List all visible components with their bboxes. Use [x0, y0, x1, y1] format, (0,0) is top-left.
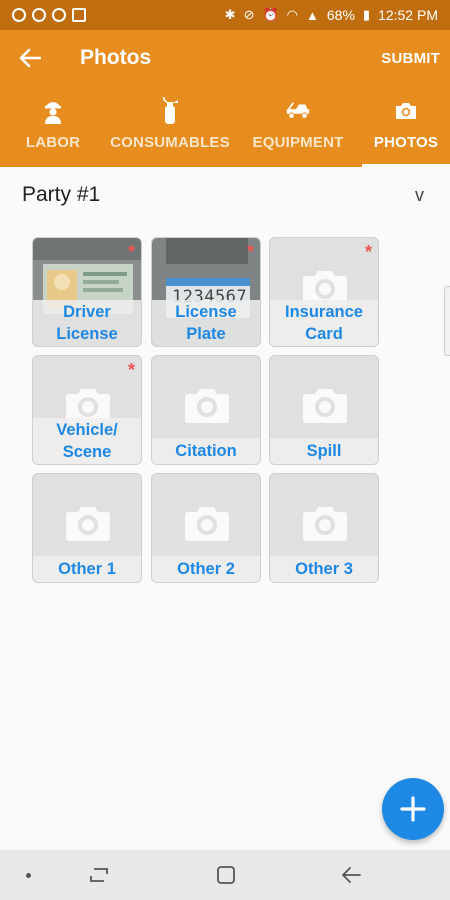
tile-label: Other 3 — [295, 560, 353, 578]
plus-icon — [400, 796, 426, 822]
photo-tile-other-3[interactable]: Other 3 — [269, 473, 379, 583]
tab-equipment[interactable]: EQUIPMENT — [234, 92, 362, 167]
camera-icon — [303, 389, 347, 423]
dot-icon — [24, 871, 32, 879]
worker-icon — [40, 98, 66, 124]
tile-label: License — [56, 325, 118, 343]
camera-icon — [185, 389, 229, 423]
required-indicator: * — [127, 242, 135, 262]
tile-label: License — [175, 303, 237, 321]
tile-label: Spill — [306, 442, 342, 460]
tab-label: PHOTOS — [373, 134, 439, 151]
tile-label: Plate — [186, 325, 226, 343]
tile-label: Card — [305, 325, 343, 343]
photo-tile-other-2[interactable]: Other 2 — [151, 473, 261, 583]
wifi-icon: ◠ — [286, 7, 298, 22]
alarm-icon: ⏰ — [262, 7, 279, 22]
image-notification-icon — [72, 8, 86, 22]
arrow-left-icon — [19, 48, 41, 68]
tile-label-area: Driver License — [33, 300, 141, 346]
tab-label: LABOR — [25, 134, 81, 151]
notification-icon — [12, 8, 26, 22]
photo-tile-vehicle-scene[interactable]: * Vehicle/ Scene — [32, 355, 142, 465]
tile-label-area: Other 2 — [152, 556, 260, 582]
recent-apps-icon — [90, 868, 108, 882]
party-title: Party #1 — [22, 183, 101, 206]
home-button[interactable] — [213, 863, 239, 887]
page-title: Photos — [80, 46, 152, 69]
back-button[interactable] — [0, 30, 60, 86]
tow-truck-icon — [285, 98, 311, 124]
chevron-down-icon[interactable]: v — [415, 185, 424, 206]
back-arrow-icon — [342, 867, 361, 883]
battery-level: 68% — [326, 7, 355, 23]
system-navigation-bar — [0, 850, 450, 900]
tile-label: Citation — [175, 442, 237, 460]
tile-label: Vehicle/ — [56, 421, 118, 439]
notification-icon — [52, 8, 66, 22]
camera-icon — [66, 507, 110, 541]
tab-label: CONSUMABLES — [110, 134, 230, 151]
photo-tile-citation[interactable]: Citation — [151, 355, 261, 465]
recent-apps-button[interactable] — [86, 863, 112, 887]
toolbar: Photos SUBMIT — [0, 30, 450, 86]
home-icon — [217, 866, 235, 884]
add-button[interactable] — [382, 778, 444, 840]
photo-tile-driver-license[interactable]: * Driver License — [32, 237, 142, 347]
tab-bar: LABOR CONSUMABLES EQUIPMENT PHOTOS — [0, 92, 450, 167]
submit-button[interactable]: SUBMIT — [381, 50, 440, 67]
required-indicator: * — [127, 360, 135, 380]
tile-label-area: Spill — [270, 438, 378, 464]
tab-consumables[interactable]: CONSUMABLES — [106, 92, 234, 167]
required-indicator: * — [246, 242, 254, 262]
photo-tile-spill[interactable]: Spill — [269, 355, 379, 465]
photo-tile-insurance-card[interactable]: * Insurance Card — [269, 237, 379, 347]
photo-tile-other-1[interactable]: Other 1 — [32, 473, 142, 583]
tile-label: Other 1 — [58, 560, 116, 578]
tile-label-area: Insurance Card — [270, 300, 378, 346]
tile-label: Scene — [62, 443, 112, 461]
notification-icon — [32, 8, 46, 22]
camera-icon — [185, 507, 229, 541]
tab-label: EQUIPMENT — [252, 134, 344, 151]
tab-labor[interactable]: LABOR — [0, 92, 106, 167]
mute-icon: ⊘ — [243, 7, 255, 22]
extinguisher-icon — [157, 97, 183, 124]
camera-icon — [393, 98, 419, 124]
app-bar: Photos SUBMIT LABOR CONSUMABLES EQUIPMEN… — [0, 30, 450, 167]
notification-icons — [12, 8, 86, 22]
tile-label-area: Citation — [152, 438, 260, 464]
clock: 12:52 PM — [378, 7, 438, 23]
edge-panel-handle[interactable] — [444, 286, 450, 356]
required-indicator: * — [364, 242, 372, 262]
tile-label: Driver — [63, 303, 111, 321]
tab-photos[interactable]: PHOTOS — [362, 92, 450, 167]
tile-label-area: Other 3 — [270, 556, 378, 582]
tile-label-area: Other 1 — [33, 556, 141, 582]
tile-label-area: License Plate — [152, 300, 260, 346]
camera-icon — [303, 507, 347, 541]
tile-label: Other 2 — [177, 560, 235, 578]
bluetooth-icon: ✱ — [224, 7, 236, 22]
tile-label-area: Vehicle/ Scene — [33, 418, 141, 464]
battery-icon: ▮ — [362, 7, 371, 22]
signal-icon: ▲ — [306, 7, 319, 23]
party-selector[interactable]: Party #1 v — [0, 167, 450, 223]
photo-tile-license-plate[interactable]: 1234567 * License Plate — [151, 237, 261, 347]
status-bar: ✱ ⊘ ⏰ ◠ ▲ 68% ▮ 12:52 PM — [0, 0, 450, 30]
tile-label: Insurance — [285, 303, 363, 321]
system-back-button[interactable] — [338, 863, 364, 887]
